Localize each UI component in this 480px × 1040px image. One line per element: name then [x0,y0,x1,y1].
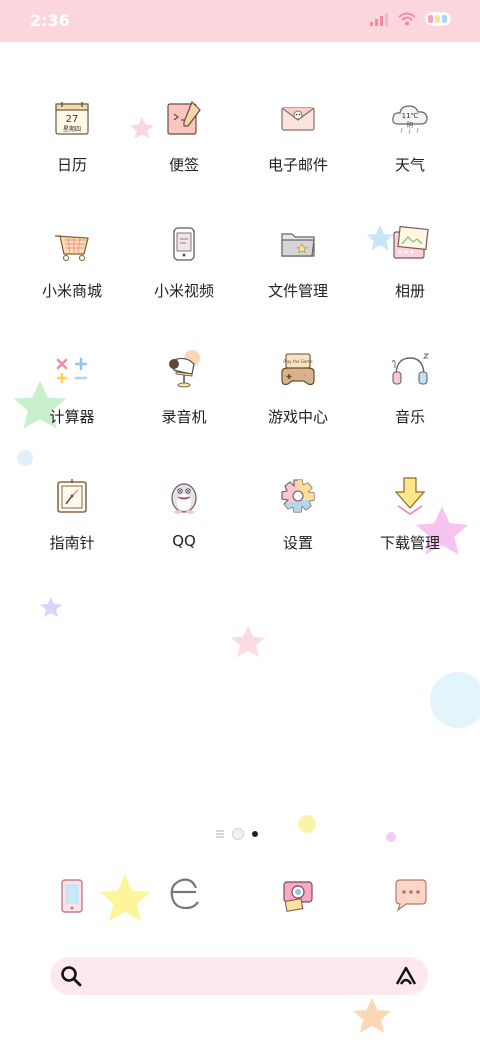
app-qq[interactable]: QQ [128,466,240,566]
star-decoration [353,997,391,1033]
dot-decoration [430,672,480,728]
notes-icon [162,96,206,140]
search-bar[interactable] [50,957,428,995]
app-label: 小米视频 [153,282,214,300]
app-label: 相册 [394,282,425,300]
app-label: 日历 [56,156,87,174]
gear-icon [276,474,320,518]
app-calendar[interactable]: 27 星期四 日历 [16,88,128,188]
search-icon[interactable] [60,965,82,987]
dot-decoration [17,450,33,466]
app-label: 小米商城 [41,282,102,300]
compass-icon [50,474,94,518]
wifi-icon [398,12,416,26]
app-label: 音乐 [394,408,425,426]
app-compass[interactable]: 指南针 [16,466,128,566]
app-download-manager[interactable]: 下载管理 [354,466,466,566]
app-mi-store[interactable]: 小米商城 [16,214,128,314]
app-label: 下载管理 [379,534,440,552]
app-label: 计算器 [49,408,95,426]
email-icon [276,96,320,140]
weather-icon: 11℃ 阴 [388,96,432,140]
app-label: 电子邮件 [267,156,328,174]
app-label: 录音机 [161,408,207,426]
folder-icon [276,222,320,266]
app-email[interactable]: 电子邮件 [242,88,354,188]
app-gallery[interactable]: 相册 [354,214,466,314]
app-weather[interactable]: 11℃ 阴 天气 [354,88,466,188]
app-file-manager[interactable]: 文件管理 [242,214,354,314]
battery-icon [426,13,450,25]
star-decoration [230,625,266,658]
app-settings[interactable]: 设置 [242,466,354,566]
signal-icon [370,13,388,26]
app-recorder[interactable]: 录音机 [128,340,240,440]
game-screen-text: Play the Game [283,359,313,364]
app-label: 设置 [282,534,313,552]
app-calculator[interactable]: 计算器 [16,340,128,440]
app-label: 游戏中心 [267,408,328,426]
app-label: 文件管理 [267,282,328,300]
star-decoration [40,597,62,617]
headphones-icon [388,348,432,392]
weather-temp: 11℃ [402,112,419,120]
calendar-day: 27 [66,114,79,125]
camera-icon[interactable] [276,872,320,916]
app-label: 天气 [394,156,425,174]
download-icon [388,474,432,518]
app-game-center[interactable]: Play the Game 游戏中心 [242,340,354,440]
app-music[interactable]: 音乐 [354,340,466,440]
dot-decoration [298,815,316,833]
status-icons [370,12,450,26]
qq-penguin-icon [162,474,206,518]
app-label: QQ [172,532,196,550]
page-indicator[interactable] [216,828,258,840]
app-mi-video[interactable]: 小米视频 [128,214,240,314]
home-page-dot-icon [232,828,244,840]
messages-icon[interactable] [388,874,432,918]
shopping-cart-icon [50,222,94,266]
gallery-icon [388,222,432,266]
app-notes[interactable]: 便签 [128,88,240,188]
menu-lines-icon [216,830,224,838]
calendar-icon: 27 星期四 [50,96,94,140]
calculator-icon [50,348,94,392]
app-label: 便签 [168,156,199,174]
phone-icon[interactable] [50,874,94,918]
recorder-icon [162,348,206,392]
video-icon [162,222,206,266]
browser-icon[interactable] [162,872,206,916]
dot-decoration [386,832,396,842]
game-controller-icon: Play the Game [276,348,320,392]
weather-condition: 阴 [407,121,413,129]
xiaoai-icon[interactable] [394,964,418,988]
status-bar: 2:36 [0,0,480,42]
current-page-dot [252,831,258,837]
app-label: 指南针 [49,534,95,552]
calendar-weekday: 星期四 [63,125,81,133]
star-decoration [99,874,151,921]
status-time: 2:36 [30,11,70,30]
